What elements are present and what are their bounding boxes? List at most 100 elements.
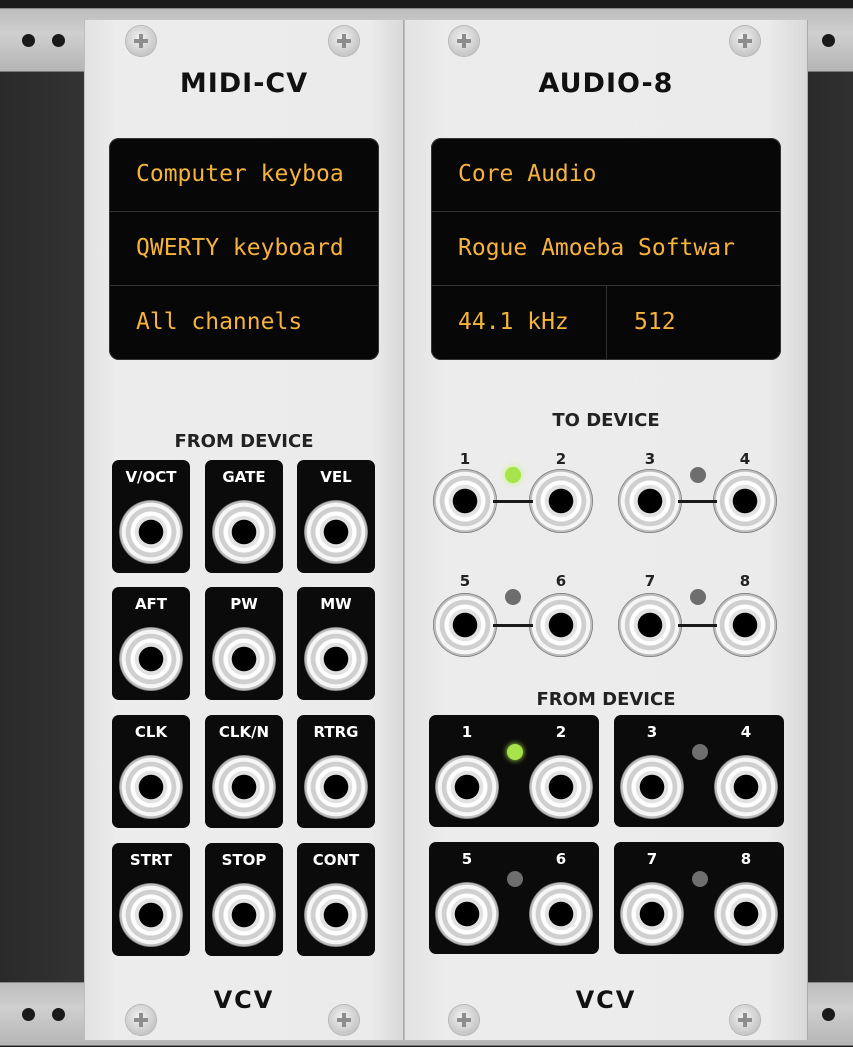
audio-device-value: Rogue Amoeba Softwar xyxy=(458,235,735,261)
input-jack[interactable] xyxy=(618,593,682,657)
channel-number: 1 xyxy=(461,723,473,741)
sample-rate-choice[interactable]: 44.1 kHz xyxy=(431,286,606,359)
rack-right-blank xyxy=(806,20,853,1040)
input-jack[interactable] xyxy=(713,593,777,657)
output-port-box: STOP xyxy=(205,843,283,956)
channel-number: 2 xyxy=(555,723,567,741)
output-jack[interactable] xyxy=(620,755,684,819)
output-jack[interactable] xyxy=(119,755,183,819)
output-jack[interactable] xyxy=(304,883,368,947)
block-size-value: 512 xyxy=(634,309,676,335)
audio-8-module[interactable]: AUDIO-8 Core Audio Rogue Amoeba Softwar … xyxy=(404,20,808,1040)
rail-hole xyxy=(22,34,35,47)
input-jack[interactable] xyxy=(433,469,497,533)
channel-number: 4 xyxy=(739,450,751,468)
port-label: GATE xyxy=(222,468,266,486)
output-port-box: GATE xyxy=(205,460,283,573)
output-pair-box: 56 xyxy=(429,842,599,954)
port-label: STOP xyxy=(221,851,267,869)
channel-number: 5 xyxy=(461,850,473,868)
input-jack[interactable] xyxy=(529,469,593,533)
output-jack[interactable] xyxy=(212,500,276,564)
output-jack[interactable] xyxy=(212,883,276,947)
output-port-box: AFT xyxy=(112,587,190,700)
output-port-box: VEL xyxy=(297,460,375,573)
section-label-from-device: FROM DEVICE xyxy=(174,431,314,452)
vcv-logo: VCV xyxy=(575,986,637,1014)
midi-channel-choice[interactable]: All channels xyxy=(109,286,379,359)
midi-display: Computer keyboa QWERTY keyboard All chan… xyxy=(109,138,379,360)
output-jack[interactable] xyxy=(435,755,499,819)
module-title: MIDI-CV xyxy=(179,68,309,99)
midi-driver-choice[interactable]: Computer keyboa xyxy=(109,138,379,211)
port-label: CONT xyxy=(312,851,360,869)
midi-device-choice[interactable]: QWERTY keyboard xyxy=(109,212,379,285)
output-jack[interactable] xyxy=(529,882,593,946)
channel-number: 3 xyxy=(646,723,658,741)
section-label-to-device: TO DEVICE xyxy=(552,410,660,431)
level-led xyxy=(507,871,523,887)
input-jack[interactable] xyxy=(433,593,497,657)
output-pair-box: 34 xyxy=(614,715,784,827)
port-label: RTRG xyxy=(313,723,359,741)
block-size-choice[interactable]: 512 xyxy=(607,286,781,359)
level-led xyxy=(507,744,523,760)
output-jack[interactable] xyxy=(119,627,183,691)
screw-icon xyxy=(449,26,479,56)
output-port-box: MW xyxy=(297,587,375,700)
midi-cv-module[interactable]: MIDI-CV Computer keyboa QWERTY keyboard … xyxy=(84,20,404,1040)
channel-link-line xyxy=(678,500,717,503)
level-led xyxy=(690,589,706,605)
channel-link-line xyxy=(493,500,533,503)
output-jack[interactable] xyxy=(714,882,778,946)
port-label: CLK/N xyxy=(218,723,270,741)
port-label: CLK xyxy=(134,723,168,741)
output-jack[interactable] xyxy=(119,500,183,564)
channel-link-line xyxy=(678,624,717,627)
level-led xyxy=(692,744,708,760)
output-jack[interactable] xyxy=(304,500,368,564)
midi-device-value: QWERTY keyboard xyxy=(136,235,344,261)
screw-icon xyxy=(329,26,359,56)
output-jack[interactable] xyxy=(714,755,778,819)
channel-number: 8 xyxy=(740,850,752,868)
output-port-box: CONT xyxy=(297,843,375,956)
channel-number: 6 xyxy=(555,850,567,868)
midi-driver-value: Computer keyboa xyxy=(136,161,344,187)
input-jack[interactable] xyxy=(618,469,682,533)
module-title: AUDIO-8 xyxy=(538,68,674,99)
rack-left-blank xyxy=(0,20,84,1040)
output-jack[interactable] xyxy=(212,755,276,819)
rail-hole xyxy=(822,1008,835,1021)
channel-number: 6 xyxy=(555,572,567,590)
output-jack[interactable] xyxy=(304,627,368,691)
output-port-box: RTRG xyxy=(297,715,375,828)
input-jack[interactable] xyxy=(713,469,777,533)
audio-device-choice[interactable]: Rogue Amoeba Softwar xyxy=(431,212,781,285)
rail-hole xyxy=(52,34,65,47)
input-jack[interactable] xyxy=(529,593,593,657)
channel-number: 7 xyxy=(644,572,656,590)
section-label-from-device: FROM DEVICE xyxy=(536,689,676,710)
audio-display: Core Audio Rogue Amoeba Softwar 44.1 kHz… xyxy=(431,138,781,360)
output-port-box: PW xyxy=(205,587,283,700)
channel-number: 1 xyxy=(459,450,471,468)
level-led xyxy=(505,467,521,483)
output-pair-box: 12 xyxy=(429,715,599,827)
output-jack[interactable] xyxy=(212,627,276,691)
output-jack[interactable] xyxy=(304,755,368,819)
audio-driver-choice[interactable]: Core Audio xyxy=(431,138,781,211)
channel-number: 7 xyxy=(646,850,658,868)
level-led xyxy=(505,589,521,605)
channel-number: 5 xyxy=(459,572,471,590)
output-jack[interactable] xyxy=(620,882,684,946)
level-led xyxy=(692,871,708,887)
screw-icon xyxy=(126,26,156,56)
output-jack[interactable] xyxy=(119,883,183,947)
output-jack[interactable] xyxy=(529,755,593,819)
channel-number: 4 xyxy=(740,723,752,741)
output-jack[interactable] xyxy=(435,882,499,946)
output-port-box: STRT xyxy=(112,843,190,956)
level-led xyxy=(690,467,706,483)
port-label: PW xyxy=(230,595,258,613)
